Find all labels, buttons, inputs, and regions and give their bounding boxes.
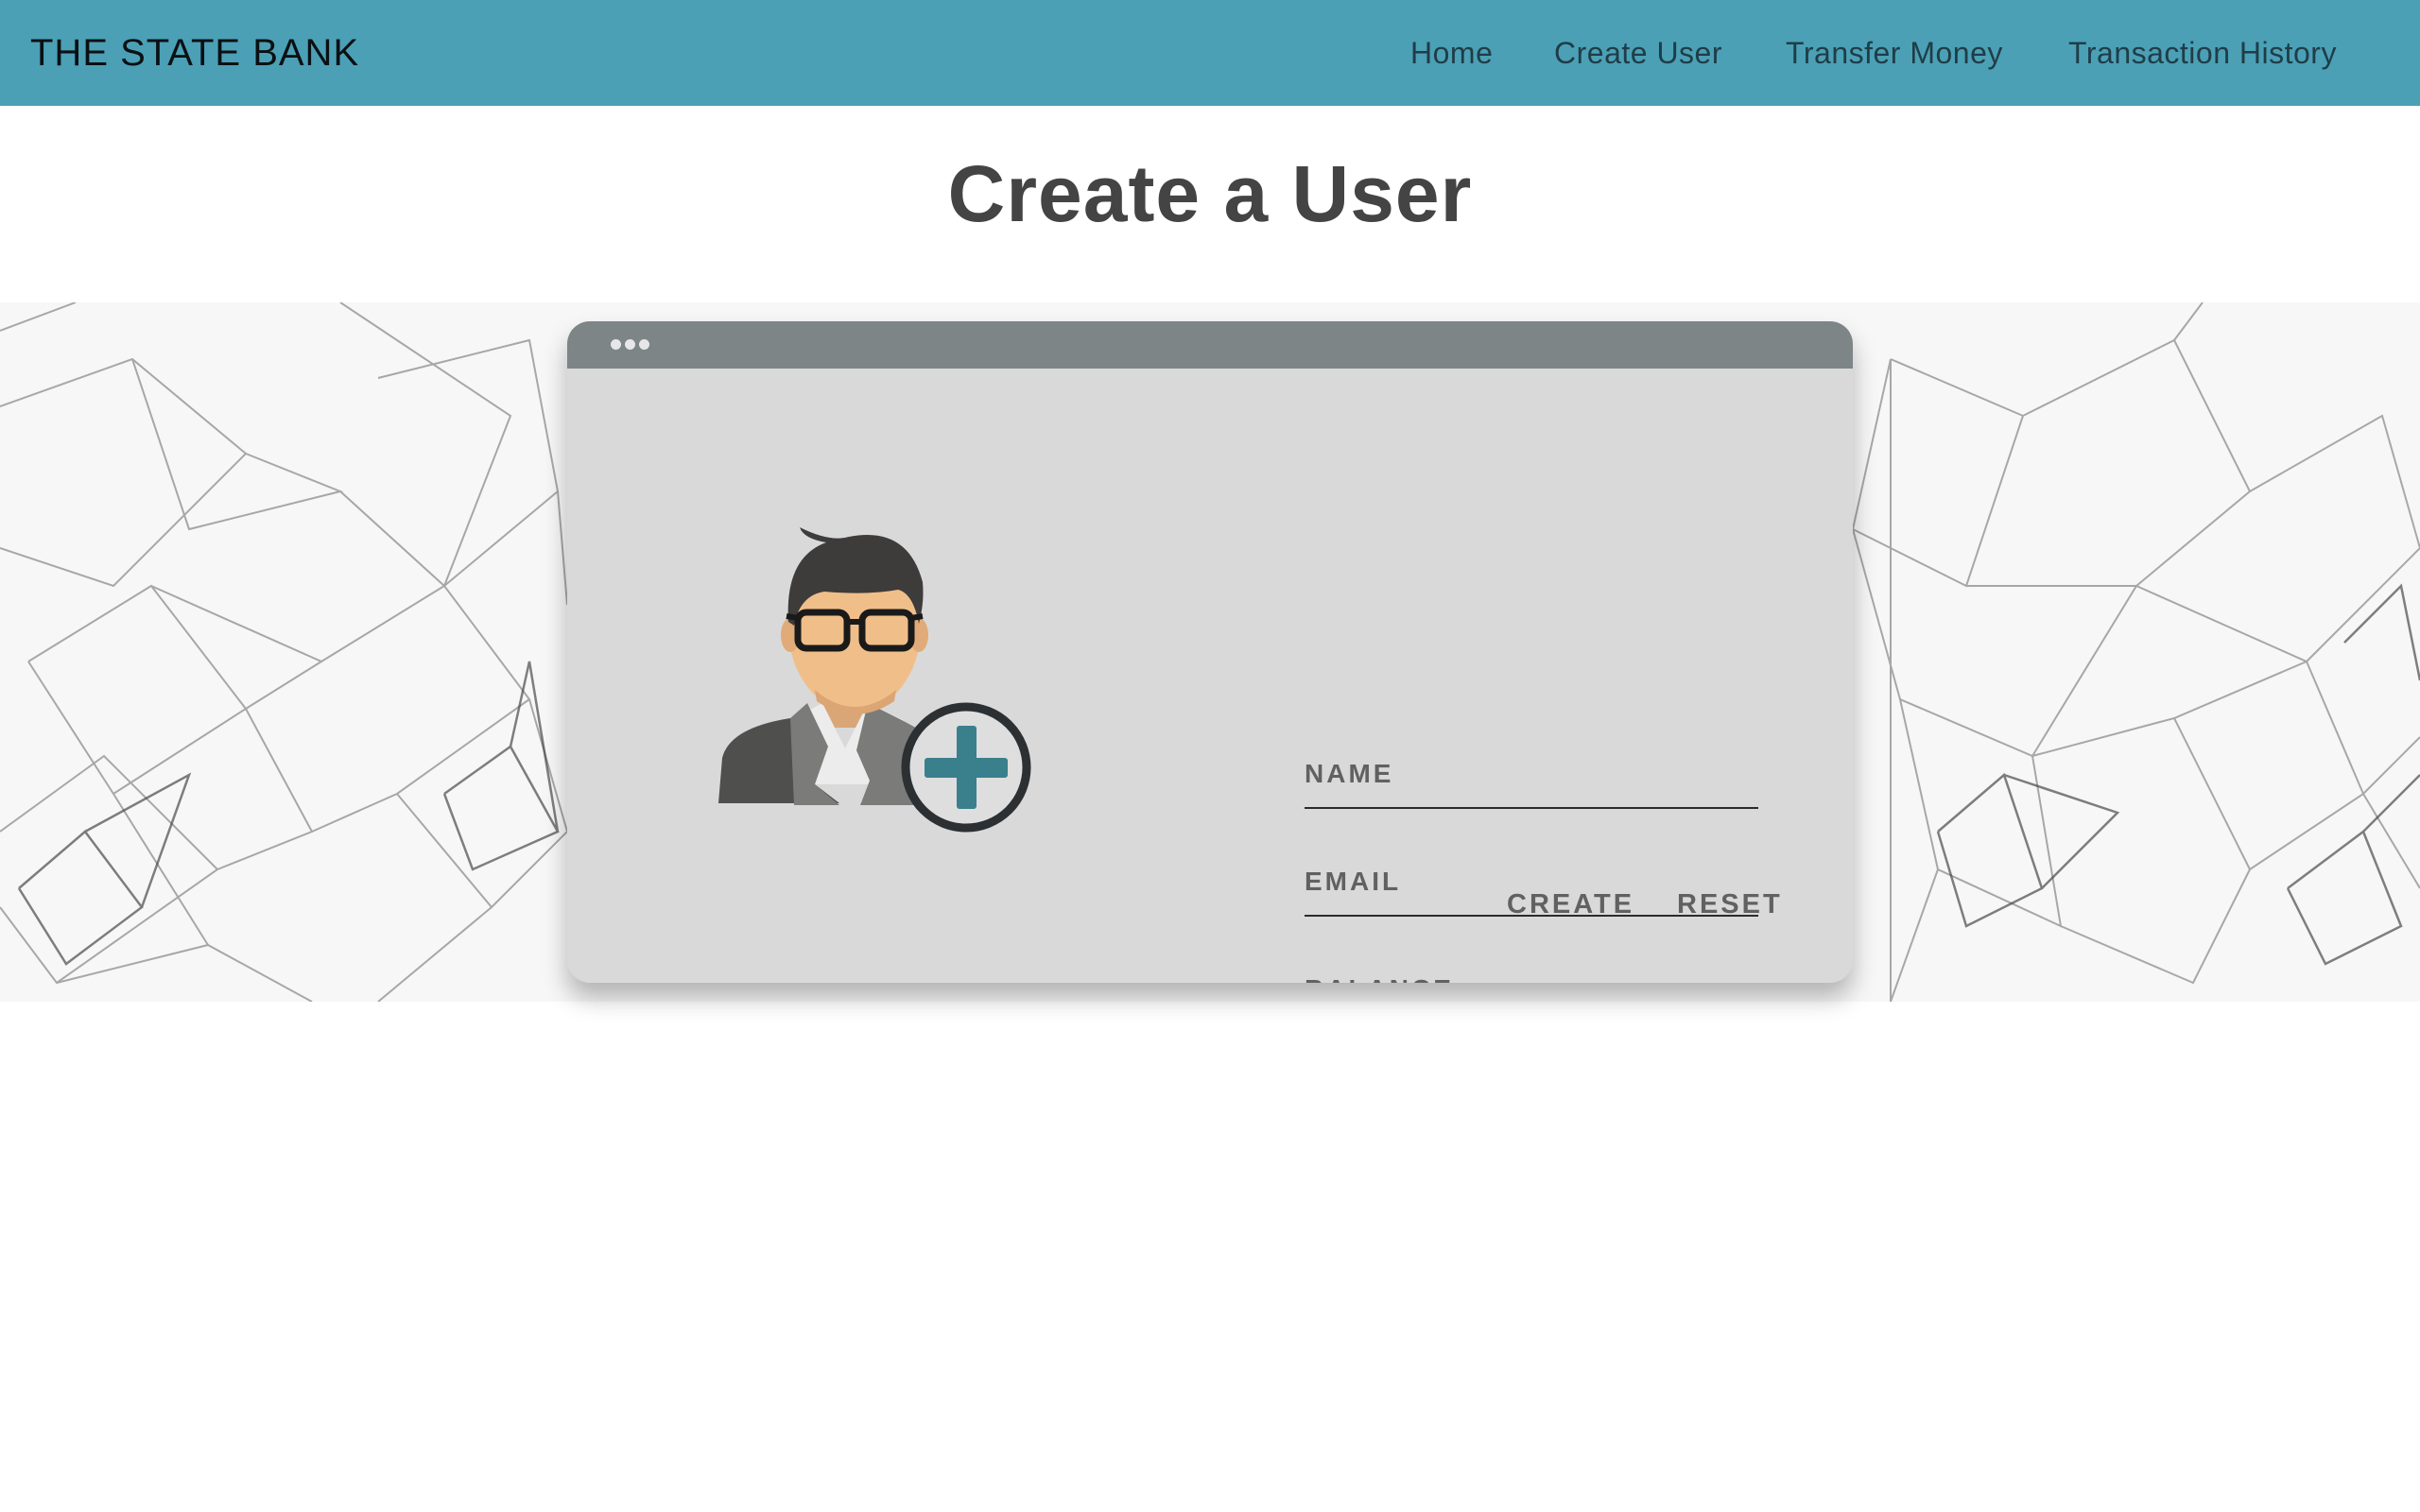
nav-link-transaction-history[interactable]: Transaction History (2068, 0, 2337, 106)
create-user-card: CREATE RESET (567, 321, 1853, 983)
nav-link-create-user[interactable]: Create User (1554, 0, 1722, 106)
window-dot (625, 339, 635, 350)
card-title-bar (567, 321, 1853, 369)
nav-link-transfer-money[interactable]: Transfer Money (1786, 0, 2003, 106)
nav-link-home[interactable]: Home (1410, 0, 1493, 106)
reset-button[interactable]: RESET (1677, 884, 1783, 925)
user-add-icon (718, 527, 1031, 833)
brand-logo-link[interactable]: THE STATE BANK (30, 0, 359, 106)
navbar: THE STATE BANK Home Create User Transfer… (0, 0, 2420, 106)
page-title: Create a User (947, 149, 1473, 238)
window-dot (611, 339, 621, 350)
balance-field (1305, 956, 1758, 983)
name-input[interactable] (1305, 741, 1758, 807)
create-button[interactable]: CREATE (1507, 884, 1634, 925)
name-field (1305, 741, 1758, 809)
balance-input[interactable] (1305, 956, 1758, 983)
window-dot (639, 339, 649, 350)
